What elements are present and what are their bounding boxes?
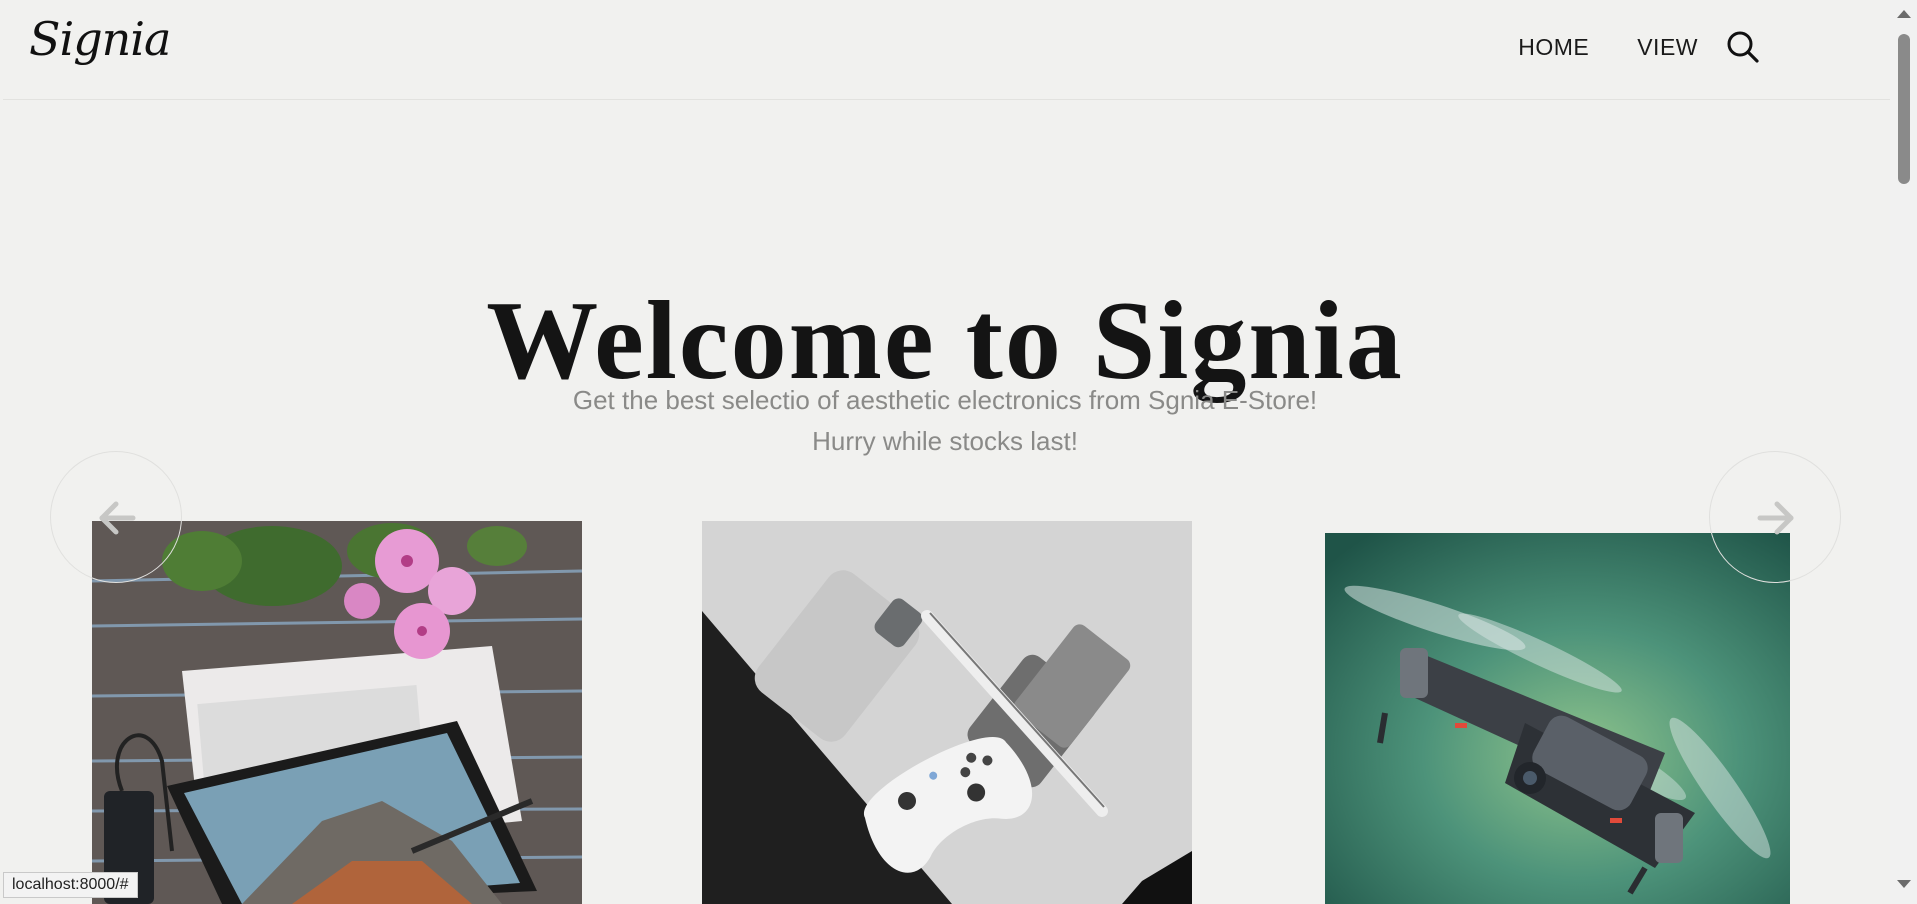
- product-image-drone[interactable]: [1325, 533, 1790, 904]
- hero-subtitle-line-2: Hurry while stocks last!: [812, 426, 1078, 456]
- carousel-next-button[interactable]: [1709, 451, 1841, 583]
- page: Signia HOME VIEW Welcome to Signia Get t…: [0, 0, 1890, 904]
- scroll-down-icon[interactable]: [1897, 880, 1911, 888]
- site-header: Signia HOME VIEW: [3, 0, 1890, 100]
- search-icon[interactable]: [1726, 30, 1760, 64]
- arrow-left-icon: [99, 501, 136, 535]
- carousel-prev-button[interactable]: [50, 451, 182, 583]
- status-bar-url: localhost:8000/#: [3, 872, 138, 898]
- scroll-up-icon[interactable]: [1897, 10, 1911, 18]
- product-image-laptop[interactable]: [92, 521, 582, 904]
- main-nav: HOME VIEW: [1470, 30, 1760, 64]
- logo[interactable]: Signia: [29, 12, 171, 66]
- hero-subtitle: Get the best selectio of aesthetic elect…: [0, 380, 1890, 462]
- nav-view-link[interactable]: VIEW: [1637, 34, 1698, 61]
- scroll-thumb[interactable]: [1898, 34, 1910, 184]
- vertical-scrollbar[interactable]: [1890, 0, 1917, 904]
- product-image-gadgets[interactable]: [702, 521, 1192, 904]
- arrow-right-icon: [1757, 501, 1794, 535]
- hero-subtitle-line-1: Get the best selectio of aesthetic elect…: [572, 385, 1318, 415]
- nav-home-link[interactable]: HOME: [1518, 34, 1589, 61]
